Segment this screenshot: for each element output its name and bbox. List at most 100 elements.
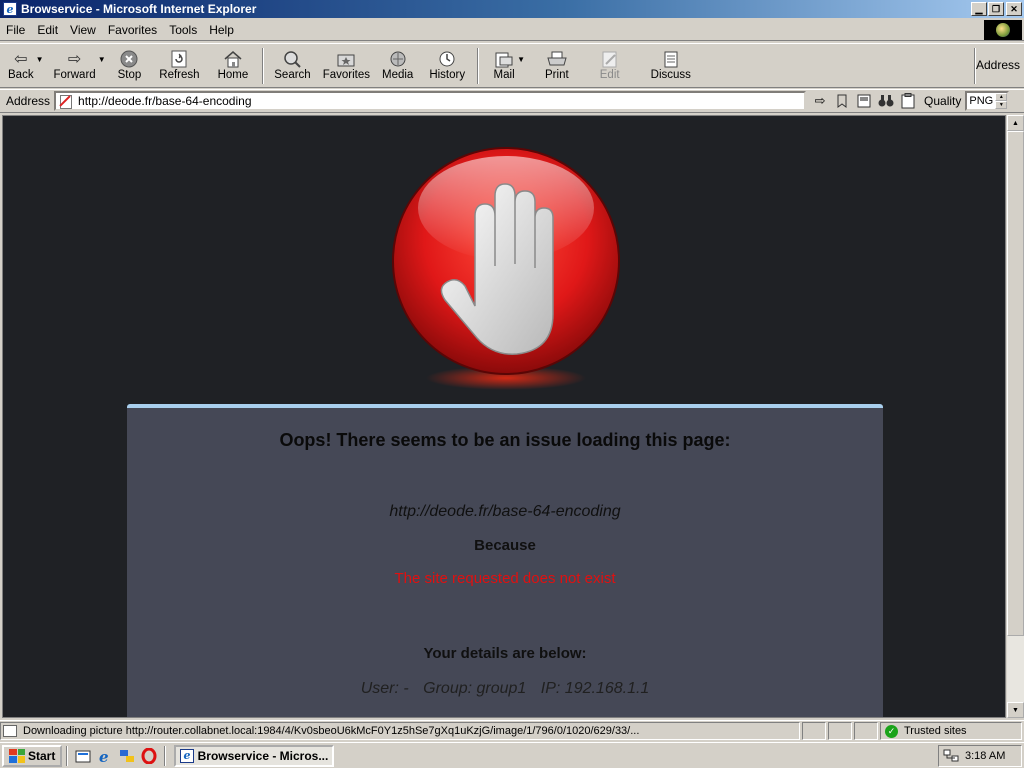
menu-tools[interactable]: Tools [163,23,203,37]
scroll-thumb[interactable] [1007,131,1024,636]
network-tray-icon[interactable] [943,749,959,763]
detail-ip: IP: 192.168.1.1 [540,680,650,697]
favorites-button[interactable]: Favorites [323,46,370,86]
quality-label: Quality [924,94,962,108]
vertical-scrollbar[interactable]: ▲ ▼ [1007,115,1024,718]
address-toolbar-toggle[interactable]: Address [976,58,1020,72]
window-titlebar[interactable]: e Browservice - Microsoft Internet Explo… [0,0,1024,18]
menu-favorites[interactable]: Favorites [102,23,163,37]
menu-bar: File Edit View Favorites Tools Help [0,19,1024,41]
media-button[interactable]: Media [382,46,413,86]
menu-view[interactable]: View [64,23,102,37]
opera-quicklaunch-icon[interactable] [140,747,158,765]
ie-throbber-logo [984,20,1022,40]
print-icon [546,49,568,69]
discuss-icon [660,49,682,69]
start-label: Start [28,748,56,763]
network-quicklaunch-icon[interactable] [118,747,136,765]
media-icon [387,49,409,69]
window-title: Browservice - Microsoft Internet Explore… [21,2,257,16]
address-label: Address [6,94,51,108]
search-label: Search [274,68,311,81]
quality-down-icon[interactable]: ▼ [995,101,1008,109]
toolbar-separator [477,47,480,84]
quality-selector[interactable]: PNG ▲ ▼ [965,91,1010,111]
show-desktop-icon[interactable] [74,747,92,765]
history-icon [436,49,458,69]
browser-viewport: Oops! There seems to be an issue loading… [2,115,1006,718]
ie-app-icon: e [3,2,17,16]
print-label: Print [545,68,569,81]
bookmark-icon[interactable] [834,93,850,109]
discuss-button[interactable]: Discuss [651,46,691,86]
edit-button[interactable]: Edit [599,46,621,86]
home-button[interactable]: Home [217,46,249,86]
back-label: Back [8,68,34,81]
forward-label: Forward [53,68,96,81]
scroll-up-icon[interactable]: ▲ [1007,115,1024,131]
go-arrow-icon[interactable]: ⇨ [812,93,828,109]
ie-quicklaunch-icon[interactable]: e [96,747,114,765]
close-button[interactable]: ✕ [1006,2,1022,16]
status-message-panel: Downloading picture http://router.collab… [0,722,800,740]
stop-label: Stop [117,68,142,81]
menu-edit[interactable]: Edit [31,23,64,37]
mail-icon [493,49,515,69]
details-heading: Your details are below: [423,645,587,662]
standard-toolbar: ⇦ Back ▼ ⇨ Forward ▼ Stop Refresh Home S… [0,43,1024,88]
taskbar-browser-button[interactable]: e Browservice - Micros... [174,744,335,767]
menu-help[interactable]: Help [203,23,240,37]
back-arrow-icon: ⇦ [14,50,28,68]
trusted-check-icon: ✓ [885,724,898,738]
error-because: Because [474,537,536,554]
mail-label: Mail [493,68,515,81]
error-heading: Oops! There seems to be an issue loading… [279,430,731,450]
search-button[interactable]: Search [274,46,311,86]
toolbar-separator [262,47,265,84]
mail-button[interactable]: Mail [493,46,515,86]
status-extra-panel [854,722,878,740]
forward-dropdown-icon[interactable]: ▼ [98,55,106,64]
forward-arrow-icon: ⇨ [67,50,82,68]
error-url: http://deode.fr/base-64-encoding [389,503,621,520]
quality-value: PNG [969,95,994,107]
address-field[interactable] [54,91,807,111]
address-bar: Address ⇨ Quality PNG ▲ ▼ [0,89,1024,113]
refresh-button[interactable]: Refresh [159,46,200,86]
home-label: Home [217,68,249,81]
history-label: History [429,68,466,81]
tray-clock[interactable]: 3:18 AM [965,750,1005,762]
status-progress-panel [802,722,826,740]
detail-user: User: - [360,680,409,697]
media-label: Media [381,68,414,81]
quality-up-icon[interactable]: ▲ [995,93,1008,101]
restore-button[interactable]: ❐ [988,2,1004,16]
search-icon [281,49,303,69]
refresh-icon [168,49,190,69]
back-dropdown-icon[interactable]: ▼ [36,55,44,64]
quicklaunch-separator [164,745,167,766]
history-button[interactable]: History [429,46,465,86]
page-view-icon[interactable] [856,93,872,109]
find-binoculars-icon[interactable] [878,93,894,109]
stop-button[interactable]: Stop [117,46,142,86]
favorites-label: Favorites [322,68,370,81]
forward-button[interactable]: ⇨ Forward [54,46,96,86]
favorites-folder-icon [335,49,357,69]
start-button[interactable]: Start [2,744,63,767]
edit-icon [599,49,621,69]
minimize-button[interactable]: ▁ [971,2,987,16]
print-button[interactable]: Print [545,46,569,86]
home-icon [222,49,244,69]
system-tray: 3:18 AM [938,745,1022,767]
quicklaunch-separator [66,745,69,766]
url-input[interactable] [78,94,805,108]
task-label: Browservice - Micros... [197,748,329,763]
security-zone-panel[interactable]: ✓ Trusted sites [880,722,1022,740]
menu-file[interactable]: File [0,23,31,37]
mail-dropdown-icon[interactable]: ▼ [517,55,525,64]
scroll-down-icon[interactable]: ▼ [1007,702,1024,718]
back-button[interactable]: ⇦ Back [8,46,34,86]
security-zone: Trusted sites [904,725,967,737]
clipboard-icon[interactable] [900,93,916,109]
